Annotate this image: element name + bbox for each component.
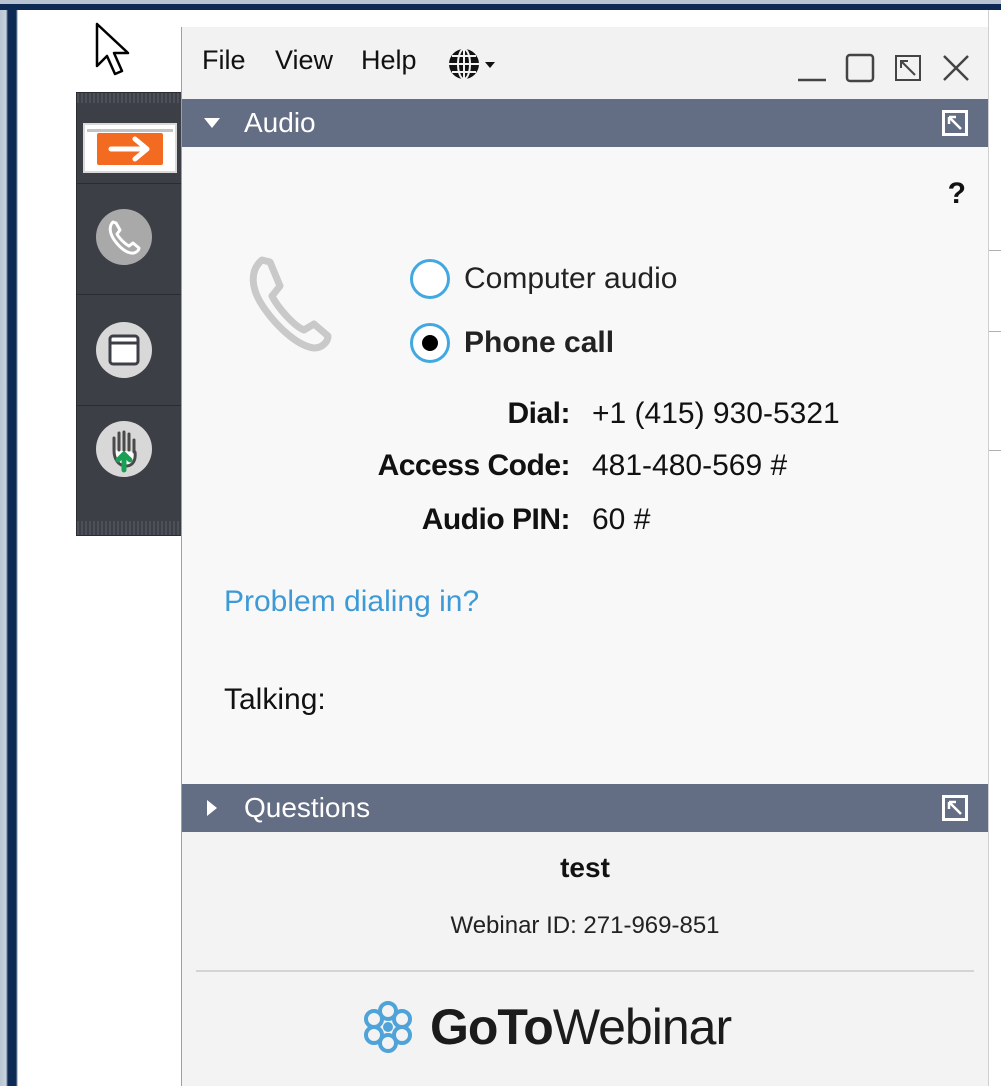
collapse-panel-arrow-icon[interactable]	[83, 123, 177, 173]
audio-section-title: Audio	[244, 107, 316, 138]
audio-pin-label: Audio PIN:	[421, 503, 571, 536]
audio-help-button[interactable]: ?	[948, 177, 966, 211]
computer-audio-radio[interactable]	[410, 259, 450, 299]
webinar-title: test	[560, 852, 610, 883]
access-code-label: Access Code:	[377, 449, 571, 482]
webinar-footer: test Webinar ID: 271-969-851 GoToWebinar	[182, 832, 988, 1086]
audio-phone-icon[interactable]	[95, 208, 153, 266]
access-code-value: 481-480-569 #	[592, 449, 788, 482]
access-code-row: Access Code: 481-480-569 #	[182, 449, 988, 489]
talking-label: Talking:	[224, 683, 326, 716]
menu-view[interactable]: View	[275, 45, 333, 76]
audio-section-header[interactable]: Audio	[182, 99, 988, 147]
window-controls	[794, 49, 974, 87]
footer-divider	[196, 970, 974, 972]
menu-bar: File View Help	[182, 27, 988, 99]
questions-section-title: Questions	[244, 792, 371, 823]
computer-audio-label[interactable]: Computer audio	[464, 262, 677, 296]
problem-dialing-link[interactable]: Problem dialing in?	[224, 585, 479, 619]
dial-row: Dial: +1 (415) 930-5321	[182, 397, 988, 437]
control-panel	[76, 92, 182, 536]
dial-label: Dial:	[507, 397, 570, 430]
popout-questions-icon[interactable]	[940, 793, 970, 823]
mouse-cursor-icon	[95, 22, 130, 76]
phone-call-option[interactable]: Phone call	[410, 319, 614, 367]
webinar-id: Webinar ID: 271-969-851	[450, 912, 720, 939]
phone-call-label[interactable]: Phone call	[464, 326, 614, 360]
dial-number: +1 (415) 930-5321	[592, 397, 840, 430]
maximize-icon[interactable]	[842, 50, 878, 86]
raise-hand-icon[interactable]	[95, 420, 153, 478]
pop-out-window-icon[interactable]	[890, 50, 926, 86]
phone-call-radio[interactable]	[410, 323, 450, 363]
control-panel-grip[interactable]	[77, 93, 181, 103]
audio-panel: ? Computer audio Phone call Dial: +1 (41…	[182, 147, 988, 784]
background-window-edge	[988, 10, 1001, 1086]
gotowebinar-wordmark: GoToWebinar	[430, 999, 732, 1055]
expand-triangle-icon[interactable]	[202, 798, 222, 818]
gotowebinar-window: File View Help Audio ? Computer audio Ph…	[181, 27, 988, 1086]
gotowebinar-logo: GoToWebinar	[360, 997, 732, 1057]
collapse-triangle-icon[interactable]	[202, 113, 222, 133]
screen-viewer-icon[interactable]	[95, 321, 153, 379]
questions-section-header[interactable]: Questions	[182, 784, 988, 832]
minimize-icon[interactable]	[794, 50, 830, 86]
audio-pin-value: 60 #	[592, 503, 651, 536]
audio-pin-row: Audio PIN: 60 #	[182, 503, 988, 543]
menu-file[interactable]: File	[202, 45, 246, 76]
gotowebinar-logo-icon	[364, 1001, 412, 1053]
language-globe-icon[interactable]	[447, 46, 511, 82]
menu-help[interactable]: Help	[361, 45, 417, 76]
phone-handset-icon	[249, 256, 332, 352]
outer-window-frame	[0, 0, 1001, 10]
computer-audio-option[interactable]: Computer audio	[410, 255, 677, 303]
close-icon[interactable]	[938, 50, 974, 86]
popout-audio-icon[interactable]	[940, 108, 970, 138]
